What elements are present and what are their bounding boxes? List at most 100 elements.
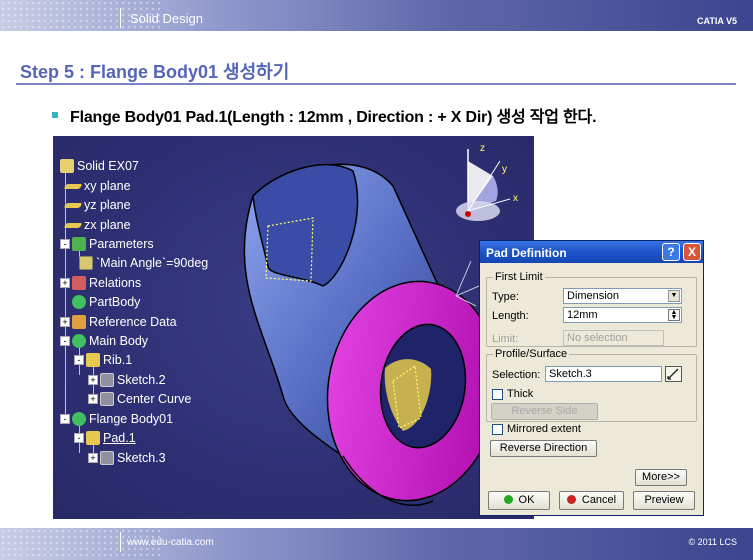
- limit-field[interactable]: No selection: [563, 330, 664, 346]
- expand-icon[interactable]: -: [74, 355, 84, 365]
- expand-icon[interactable]: +: [60, 317, 70, 327]
- thick-checkbox[interactable]: [492, 389, 503, 400]
- expand-icon[interactable]: -: [74, 433, 84, 443]
- cancel-icon: [566, 495, 576, 504]
- type-value: Dimension: [567, 290, 619, 302]
- expand-icon[interactable]: +: [60, 278, 70, 288]
- limit-label: Limit:: [492, 333, 519, 345]
- instruction-text: Flange Body01 Pad.1(Length : 12mm , Dire…: [70, 109, 597, 126]
- tree-item-label: yz plane: [84, 198, 131, 212]
- footer-url: www.edu-catia.com: [127, 537, 214, 548]
- ok-button[interactable]: OK: [488, 491, 550, 510]
- length-input[interactable]: 12mm ▲ ▼: [563, 307, 682, 323]
- tree-item-label: `Main Angle`=90deg: [96, 256, 209, 270]
- tree-item-label: xy plane: [84, 179, 131, 193]
- dialog-title: Pad Definition: [486, 246, 567, 260]
- tree-item-label: Center Curve: [117, 392, 192, 406]
- rib-icon: [86, 353, 100, 367]
- specification-tree: Solid EX07 xy plane yz plane zx plane - …: [53, 136, 253, 519]
- footer-copyright: © 2011 LCS: [688, 537, 738, 547]
- tree-item-label: Pad.1: [103, 431, 136, 445]
- compass-z-label: z: [480, 143, 485, 154]
- type-label: Type:: [492, 291, 519, 303]
- tree-item-label: Sketch.2: [117, 373, 166, 387]
- selection-field[interactable]: Sketch.3: [545, 366, 662, 382]
- tree-item-pad1[interactable]: - Pad.1: [74, 429, 136, 447]
- cancel-button[interactable]: Cancel: [559, 491, 624, 510]
- tree-item-yz-plane[interactable]: yz plane: [63, 196, 131, 214]
- first-limit-label: First Limit: [493, 271, 545, 283]
- close-button[interactable]: X: [683, 243, 701, 261]
- title-divider: [16, 83, 736, 85]
- brand-label: CATIA V5: [696, 16, 737, 26]
- tree-item-label: Sketch.3: [117, 451, 166, 465]
- sketcher-icon[interactable]: [665, 366, 682, 382]
- profile-surface-label: Profile/Surface: [493, 348, 570, 360]
- selection-value: Sketch.3: [549, 368, 592, 380]
- tree-item-main-body[interactable]: - Main Body: [60, 332, 148, 350]
- tree-item-root[interactable]: Solid EX07: [60, 157, 139, 175]
- cancel-label: Cancel: [581, 494, 617, 506]
- tree-item-sketch2[interactable]: + Sketch.2: [88, 371, 166, 389]
- tree-item-sketch3[interactable]: + Sketch.3: [88, 449, 166, 467]
- tree-item-label: PartBody: [89, 295, 141, 309]
- mirrored-extent-label: Mirrored extent: [507, 423, 581, 435]
- tree-item-relations[interactable]: + Relations: [60, 274, 141, 292]
- compass-x-label: x: [513, 193, 518, 204]
- expand-icon[interactable]: +: [88, 375, 98, 385]
- reverse-side-button[interactable]: Reverse Side: [491, 403, 598, 420]
- tree-item-rib[interactable]: - Rib.1: [74, 351, 132, 369]
- reverse-direction-button[interactable]: Reverse Direction: [490, 440, 597, 457]
- expand-icon[interactable]: -: [60, 336, 70, 346]
- preview-button[interactable]: Preview: [633, 491, 695, 510]
- tree-item-reference-data[interactable]: + Reference Data: [60, 313, 177, 331]
- type-select[interactable]: Dimension ▼: [563, 288, 682, 304]
- more-button[interactable]: More>>: [635, 469, 687, 486]
- tree-item-parameters[interactable]: - Parameters: [60, 235, 154, 253]
- compass-icon[interactable]: z y x: [438, 141, 530, 241]
- catia-viewport[interactable]: z y x Solid EX07 xy plane yz plane zx pl…: [53, 136, 534, 519]
- tree-item-label: Flange Body01: [89, 412, 174, 426]
- thick-label: Thick: [507, 388, 534, 400]
- sketch-icon: [100, 392, 114, 406]
- relations-icon: [72, 276, 86, 290]
- ok-label: OK: [518, 494, 535, 506]
- body-icon: [72, 295, 86, 309]
- expand-icon[interactable]: -: [60, 239, 70, 249]
- tree-item-label: Relations: [89, 276, 142, 290]
- length-value: 12mm: [567, 309, 598, 321]
- header-bar: Solid Design CATIA V5: [0, 0, 753, 31]
- dialog-title-bar[interactable]: Pad Definition ? X: [480, 241, 703, 263]
- tree-item-center-curve[interactable]: + Center Curve: [88, 390, 191, 408]
- expand-icon[interactable]: +: [88, 394, 98, 404]
- tree-item-xy-plane[interactable]: xy plane: [63, 177, 131, 195]
- geometrical-set-icon: [72, 315, 86, 329]
- pad-definition-dialog: Pad Definition ? X First Limit Type: Dim…: [479, 240, 704, 516]
- header-separator: [120, 8, 121, 28]
- spinner-icon[interactable]: ▲ ▼: [668, 309, 680, 321]
- compass-y-label: y: [502, 164, 507, 175]
- chevron-down-icon[interactable]: ▼: [668, 290, 680, 302]
- tree-item-label: Parameters: [89, 237, 154, 251]
- plane-icon: [63, 202, 83, 208]
- footer-separator: [120, 532, 121, 552]
- help-button[interactable]: ?: [662, 243, 680, 261]
- tree-item-flange-body[interactable]: - Flange Body01: [60, 410, 173, 428]
- mirrored-extent-checkbox[interactable]: [492, 424, 503, 435]
- sketch-icon: [100, 451, 114, 465]
- plane-icon: [63, 183, 83, 189]
- limit-value: No selection: [567, 332, 628, 344]
- section-title: Solid Design: [130, 11, 203, 26]
- expand-icon[interactable]: +: [88, 453, 98, 463]
- pad-icon: [86, 431, 100, 445]
- tree-item-label: Solid EX07: [77, 159, 139, 173]
- tree-item-partbody[interactable]: PartBody: [72, 293, 140, 311]
- tree-item-zx-plane[interactable]: zx plane: [63, 216, 131, 234]
- expand-icon[interactable]: -: [60, 414, 70, 424]
- step-title: Step 5 : Flange Body01 생성하기: [20, 62, 290, 82]
- footer-bar: www.edu-catia.com © 2011 LCS: [0, 528, 753, 560]
- length-label: Length:: [492, 310, 529, 322]
- parameters-icon: [72, 237, 86, 251]
- body-icon: [72, 412, 86, 426]
- tree-item-main-angle[interactable]: `Main Angle`=90deg: [79, 254, 208, 272]
